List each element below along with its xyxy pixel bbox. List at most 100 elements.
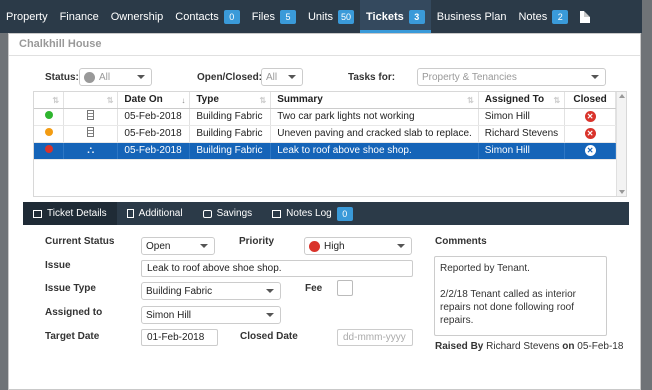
priority-label: Priority xyxy=(239,236,275,247)
col-label: Date On xyxy=(124,94,163,106)
tasks-for-select[interactable]: Property & Tenancies xyxy=(417,68,606,86)
table-row[interactable]: 05-Feb-2018 Building Fabric Uneven pavin… xyxy=(34,125,616,143)
issue-type-label: Issue Type xyxy=(45,283,96,294)
nav-units[interactable]: Units 50 xyxy=(302,0,360,33)
raised-by-label: Raised By xyxy=(435,341,484,352)
comments-textarea[interactable]: Reported by Tenant. 2/2/18 Tenant called… xyxy=(434,256,607,336)
col-summary[interactable]: Summary ⇅ xyxy=(270,92,479,109)
ticket-details-form: Current Status Open Priority High Issue … xyxy=(23,225,629,385)
current-status-label: Current Status xyxy=(45,236,115,247)
open-closed-value: All xyxy=(266,71,278,83)
status-label: Status: xyxy=(45,72,79,83)
cell-type: Building Fabric xyxy=(189,142,272,160)
nav-label: Finance xyxy=(59,10,99,23)
priority-select[interactable]: High xyxy=(304,237,412,255)
col-closed[interactable]: Closed xyxy=(564,92,616,109)
close-icon[interactable]: ✕ xyxy=(584,145,596,156)
comments-label: Comments xyxy=(435,236,487,247)
tab-savings[interactable]: Savings xyxy=(193,202,263,225)
money-icon xyxy=(202,209,212,218)
tab-label: Additional xyxy=(138,208,183,219)
fee-label: Fee xyxy=(305,283,323,294)
chevron-down-icon xyxy=(137,75,145,79)
nav-property[interactable]: Property xyxy=(0,0,54,33)
cell-summary: Two car park lights not working xyxy=(270,108,479,126)
top-nav: Property Finance Ownership Contacts 0 Fil… xyxy=(0,0,642,33)
sort-icon: ⇅ xyxy=(106,96,114,105)
nav-notes[interactable]: Notes 2 xyxy=(512,0,574,33)
target-date-field[interactable]: 01-Feb-2018 xyxy=(141,329,218,346)
status-dot-icon xyxy=(84,71,95,83)
chevron-down-icon xyxy=(266,313,274,317)
nav-finance[interactable]: Finance xyxy=(54,0,105,33)
fee-checkbox[interactable] xyxy=(337,280,353,296)
cell-assigned: Simon Hill xyxy=(478,108,566,126)
col-date-on[interactable]: Date On ↓ xyxy=(117,92,191,109)
assigned-to-label: Assigned to xyxy=(45,307,103,318)
raised-by-line: Raised By Richard Stevens on 05-Feb-18 xyxy=(435,341,623,352)
detail-tabs: Ticket Details Additional Savings Notes … xyxy=(23,202,629,225)
sort-icon: ⇅ xyxy=(52,96,60,105)
cell-date: 05-Feb-2018 xyxy=(117,125,191,143)
assigned-to-select[interactable]: Simon Hill xyxy=(141,306,281,324)
nav-label: Business Plan xyxy=(436,10,507,23)
raised-by-name: Richard Stevens xyxy=(486,341,560,352)
scroll-down-icon[interactable] xyxy=(619,190,625,194)
building-icon xyxy=(87,110,95,120)
nav-ownership[interactable]: Ownership xyxy=(105,0,170,33)
count-badge: 2 xyxy=(552,9,569,24)
sort-icon: ⇅ xyxy=(467,96,474,105)
col-status[interactable]: ⇅ xyxy=(34,92,65,109)
issue-field[interactable]: Leak to roof above shoe shop. xyxy=(141,260,413,277)
col-label: Type xyxy=(196,94,219,106)
tab-additional[interactable]: Additional xyxy=(117,202,193,225)
col-icon[interactable]: ⇅ xyxy=(63,92,119,109)
tab-notes-log[interactable]: Notes Log 0 xyxy=(262,202,363,225)
issue-label: Issue xyxy=(45,260,71,271)
tab-label: Ticket Details xyxy=(47,208,107,219)
issue-type-select[interactable]: Building Fabric xyxy=(141,282,281,300)
status-select[interactable]: All xyxy=(79,68,152,86)
status-dot-icon xyxy=(44,111,53,119)
nav-label: Files xyxy=(251,10,275,23)
nav-label: Notes xyxy=(518,10,548,23)
close-icon[interactable]: ✕ xyxy=(584,128,596,139)
tasks-for-label: Tasks for: xyxy=(348,72,396,83)
nav-label: Ownership xyxy=(110,10,164,23)
nav-label: Units xyxy=(307,10,334,23)
col-assigned-to[interactable]: Assigned To ⇅ xyxy=(478,92,566,109)
chevron-down-icon xyxy=(591,75,599,79)
open-closed-select[interactable]: All xyxy=(261,68,303,86)
nav-label: Tickets xyxy=(366,10,404,23)
tab-ticket-details[interactable]: Ticket Details xyxy=(23,202,117,225)
building-icon xyxy=(87,127,95,137)
nav-tickets[interactable]: Tickets 3 xyxy=(360,0,431,33)
tickets-table: ⇅ ⇅ Date On ↓ Type ⇅ Summary ⇅ Assigned To ⇅… xyxy=(33,91,627,197)
chevron-down-icon xyxy=(288,75,296,79)
closed-date-field[interactable]: dd-mmm-yyyy xyxy=(337,329,413,346)
table-row[interactable]: 05-Feb-2018 Building Fabric Two car park… xyxy=(34,108,616,126)
scroll-up-icon[interactable] xyxy=(619,94,625,98)
status-dot-icon xyxy=(44,128,53,136)
table-scrollbar[interactable] xyxy=(616,92,626,196)
table-row-selected[interactable]: ⛬ 05-Feb-2018 Building Fabric Leak to ro… xyxy=(34,142,616,160)
nav-documents[interactable] xyxy=(574,0,596,33)
nav-files[interactable]: Files 5 xyxy=(246,0,302,33)
col-label: Summary xyxy=(277,94,323,106)
cell-type: Building Fabric xyxy=(189,125,272,143)
current-status-value: Open xyxy=(146,240,171,252)
nav-label: Contacts xyxy=(175,10,219,23)
nav-contacts[interactable]: Contacts 0 xyxy=(169,0,245,33)
current-status-select[interactable]: Open xyxy=(141,237,215,255)
chevron-down-icon xyxy=(266,289,274,293)
notes-icon xyxy=(272,209,282,218)
chevron-down-icon xyxy=(200,244,208,248)
priority-value: High xyxy=(324,240,345,252)
close-icon[interactable]: ✕ xyxy=(584,111,596,122)
nav-business-plan[interactable]: Business Plan xyxy=(431,0,513,33)
cell-summary: Uneven paving and cracked slab to replac… xyxy=(270,125,479,143)
col-type[interactable]: Type ⇅ xyxy=(189,92,272,109)
hierarchy-icon: ⛬ xyxy=(87,145,95,156)
status-value: All xyxy=(99,71,111,83)
count-badge: 3 xyxy=(408,9,425,24)
